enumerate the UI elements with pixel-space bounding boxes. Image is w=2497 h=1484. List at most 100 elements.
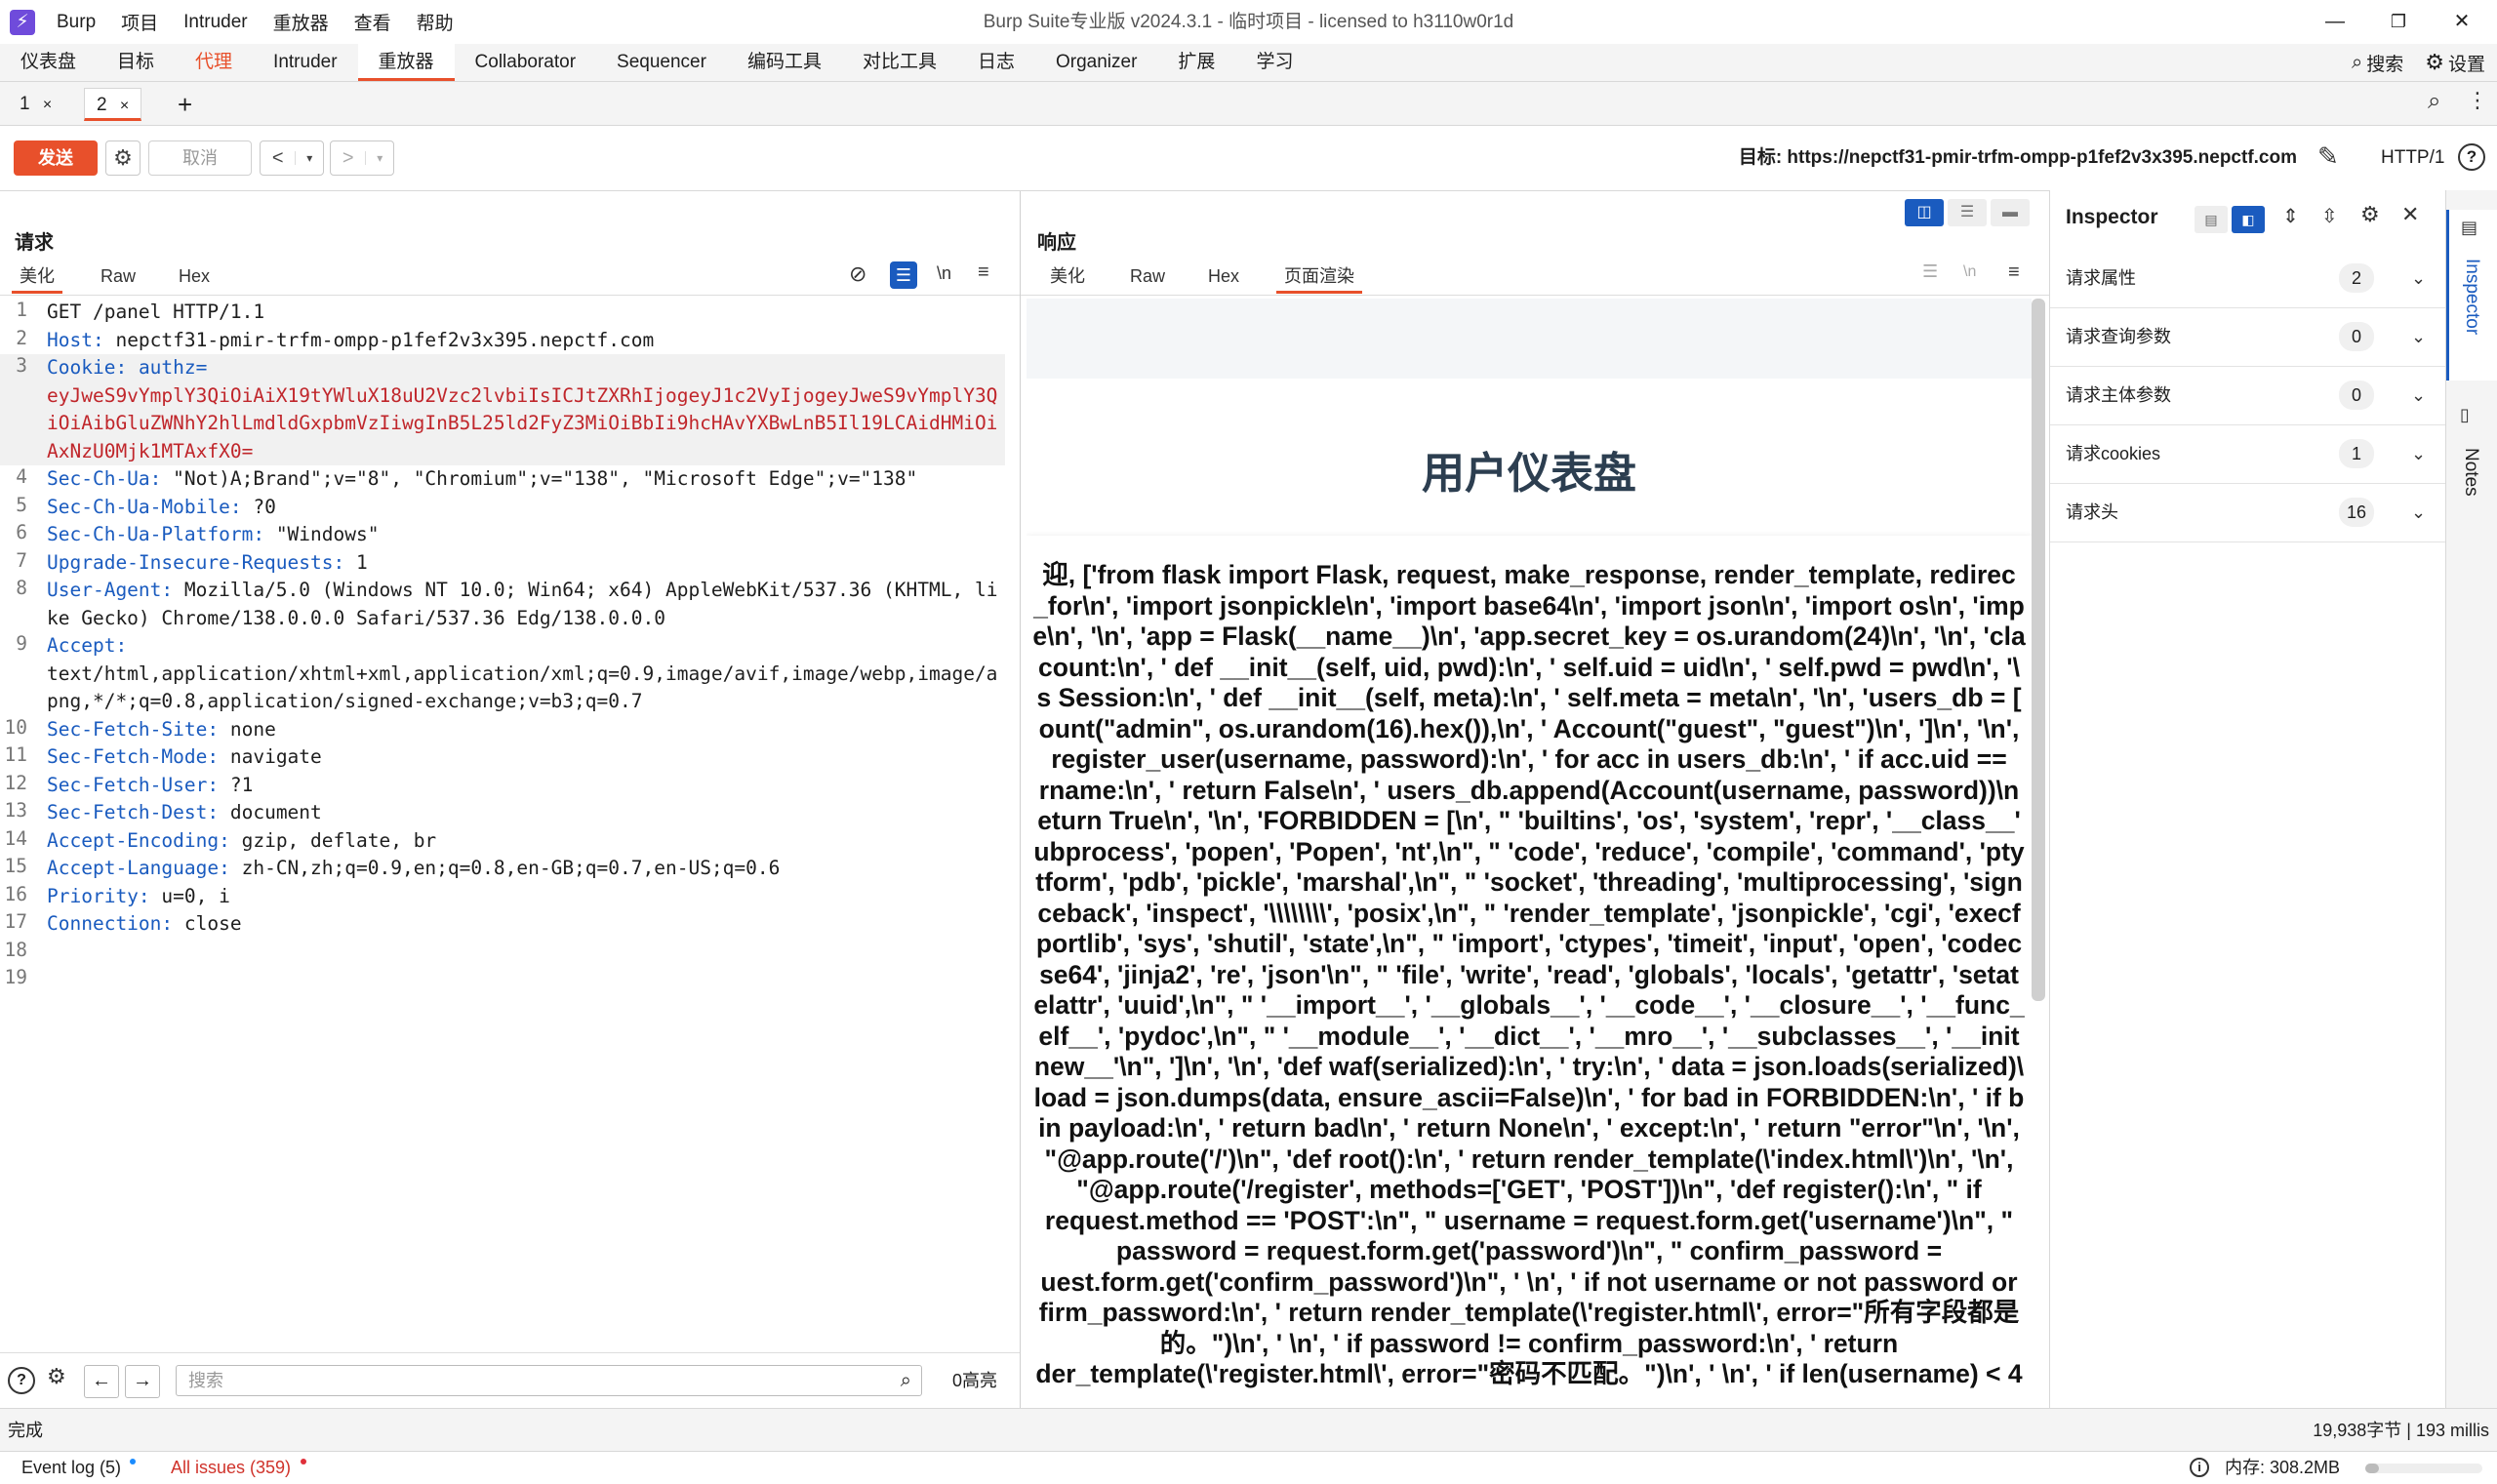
inspector-row-query-params[interactable]: 请求查询参数 0 ⌄ — [2050, 307, 2446, 367]
history-back-group[interactable]: < ▾ — [260, 140, 324, 176]
expand-all-icon[interactable]: ⇕ — [2282, 204, 2299, 228]
more-options-icon[interactable]: ⋮ — [2467, 88, 2488, 113]
response-tab-render[interactable]: 页面渲染 — [1276, 261, 1362, 294]
tabbed-layout-icon[interactable]: ▬ — [1991, 199, 2030, 226]
menu-intruder[interactable]: Intruder — [183, 12, 247, 33]
tab-collaborator[interactable]: Collaborator — [455, 44, 597, 81]
close-window-icon[interactable]: ✕ — [2435, 0, 2489, 44]
request-tab-raw[interactable]: Raw — [93, 261, 143, 291]
search-field[interactable]: 搜索 ⌕ — [176, 1365, 922, 1396]
tab-learn[interactable]: 学习 — [1235, 44, 1313, 81]
tab-organizer[interactable]: Organizer — [1035, 44, 1157, 81]
inspector-settings-icon[interactable]: ⚙ — [2360, 202, 2380, 227]
next-match-icon[interactable]: → — [125, 1365, 160, 1398]
side-tab-notes-label: Notes — [2461, 448, 2481, 497]
tab-repeater[interactable]: 重放器 — [357, 44, 455, 81]
layout-toggle: ◫ ☰ ▬ — [1905, 199, 2071, 226]
tab-extensions[interactable]: 扩展 — [1157, 44, 1235, 81]
side-tab-inspector[interactable]: ▤ Inspector — [2446, 210, 2497, 381]
request-tab-pretty[interactable]: 美化 — [12, 261, 62, 294]
response-menu-icon[interactable]: ≡ — [2008, 261, 2020, 284]
hide-nonprintable-icon[interactable]: ⊘ — [849, 261, 866, 287]
close-inspector-icon[interactable]: ✕ — [2401, 202, 2419, 227]
help-icon[interactable]: ? — [8, 1367, 35, 1394]
side-tab-notes[interactable]: ▯ Notes — [2446, 405, 2497, 532]
cancel-button[interactable]: 取消 — [148, 140, 252, 176]
menu-burp[interactable]: Burp — [57, 12, 96, 33]
tab-proxy[interactable]: 代理 — [175, 44, 253, 81]
global-settings-button[interactable]: ⚙ 设置 — [2425, 50, 2485, 76]
close-tab-icon[interactable]: × — [120, 98, 129, 114]
tab-search-icon[interactable]: ⌕ — [2428, 88, 2440, 115]
event-log-link[interactable]: Event log (5) — [21, 1452, 121, 1484]
list-view-icon[interactable]: ▤ — [2195, 206, 2228, 233]
tab-target[interactable]: 目标 — [97, 44, 175, 81]
header-name: Upgrade-Insecure-Requests — [47, 550, 334, 574]
help-icon[interactable]: ? — [2458, 143, 2485, 171]
chevron-down-icon: ⌄ — [2411, 327, 2427, 346]
rendered-line: "@app.route('/')\n", 'def root():\n', ' … — [1044, 1143, 2014, 1174]
newline-toggle[interactable]: \n — [937, 263, 951, 284]
global-search-button[interactable]: ⌕ 搜索 — [2352, 50, 2403, 76]
tab-sequencer[interactable]: Sequencer — [596, 44, 727, 81]
request-editor[interactable]: 1 GET /panel HTTP/1.1 2 Host: nepctf31-pmi… — [0, 299, 1020, 1352]
forward-dropdown-icon[interactable]: ▾ — [365, 151, 393, 165]
response-tab-raw[interactable]: Raw — [1122, 261, 1173, 291]
response-tab-pretty[interactable]: 美化 — [1042, 261, 1093, 291]
menu-project[interactable]: 项目 — [121, 9, 158, 35]
search-icon: ⌕ — [900, 1370, 911, 1391]
back-arrow-icon[interactable]: < — [261, 147, 295, 170]
menu-repeater[interactable]: 重放器 — [273, 9, 329, 35]
gear-icon[interactable]: ⚙ — [47, 1364, 66, 1389]
tab-dashboard[interactable]: 仪表盘 — [0, 44, 97, 81]
inspector-row-request-attributes[interactable]: 请求属性 2 ⌄ — [2050, 249, 2446, 308]
tab-decoder[interactable]: 编码工具 — [727, 44, 842, 81]
request-tab-hex[interactable]: Hex — [171, 261, 218, 291]
response-scrollbar[interactable] — [2032, 299, 2045, 1001]
minimize-icon[interactable]: — — [2308, 0, 2362, 44]
header-value: text/html,application/xhtml+xml,applicat… — [47, 662, 998, 713]
inspector-row-headers[interactable]: 请求头 16 ⌄ — [2050, 483, 2446, 542]
repeater-tab-label: 1 — [20, 94, 30, 114]
line-number: 15 — [4, 855, 27, 877]
collapse-all-icon[interactable]: ⇳ — [2321, 204, 2338, 228]
tab-logger[interactable]: 日志 — [957, 44, 1035, 81]
notes-icon: ▯ — [2460, 405, 2470, 424]
global-search-label: 搜索 — [2366, 54, 2404, 75]
http-version-selector[interactable]: HTTP/1 — [2381, 126, 2444, 190]
repeater-tab-1[interactable]: 1 × — [8, 88, 63, 121]
line-number: 11 — [4, 743, 27, 766]
request-menu-icon[interactable]: ≡ — [978, 261, 989, 284]
inspector-row-body-params[interactable]: 请求主体参数 0 ⌄ — [2050, 366, 2446, 425]
header-name: Accept-Encoding — [47, 828, 220, 852]
response-tab-hex[interactable]: Hex — [1200, 261, 1247, 291]
split-layout-icon[interactable]: ◫ — [1905, 199, 1944, 226]
inspector-row-cookies[interactable]: 请求cookies 1 ⌄ — [2050, 424, 2446, 484]
request-settings-icon[interactable]: ⚙ — [105, 140, 141, 176]
all-issues-link[interactable]: All issues (359) — [171, 1452, 291, 1484]
edit-target-icon[interactable]: ✎ — [2317, 141, 2339, 172]
rendered-line: uest.form.get('confirm_password')\n", ' … — [1040, 1266, 2018, 1297]
menu-help[interactable]: 帮助 — [417, 9, 454, 35]
info-icon[interactable]: i — [2190, 1458, 2209, 1477]
repeater-tab-2[interactable]: 2 × — [84, 88, 142, 121]
header-value: u=0, i — [161, 884, 230, 907]
previous-match-icon[interactable]: ← — [84, 1365, 119, 1398]
add-tab-icon[interactable]: + — [166, 88, 204, 121]
repeater-tab-label: 2 — [97, 95, 107, 115]
wrap-lines-icon[interactable]: ☰ — [890, 261, 917, 289]
rendered-page[interactable]: 用户仪表盘 迎, ['from flask import Flask, requ… — [1027, 299, 2032, 1407]
horizontal-layout-icon[interactable]: ☰ — [1948, 199, 1987, 226]
send-button[interactable]: 发送 — [14, 140, 98, 176]
history-forward-group[interactable]: > ▾ — [330, 140, 394, 176]
tab-comparer[interactable]: 对比工具 — [842, 44, 957, 81]
tab-intruder[interactable]: Intruder — [253, 44, 357, 81]
close-tab-icon[interactable]: × — [43, 97, 52, 113]
burp-logo-icon: ⚡ — [10, 10, 35, 35]
back-dropdown-icon[interactable]: ▾ — [295, 151, 323, 165]
menu-view[interactable]: 查看 — [354, 9, 391, 35]
forward-arrow-icon[interactable]: > — [331, 147, 365, 170]
title-bar: ⚡ Burp 项目 Intruder 重放器 查看 帮助 Burp Suite专… — [0, 0, 2497, 45]
split-view-icon[interactable]: ◧ — [2232, 206, 2265, 233]
restore-icon[interactable]: ❐ — [2371, 0, 2426, 44]
